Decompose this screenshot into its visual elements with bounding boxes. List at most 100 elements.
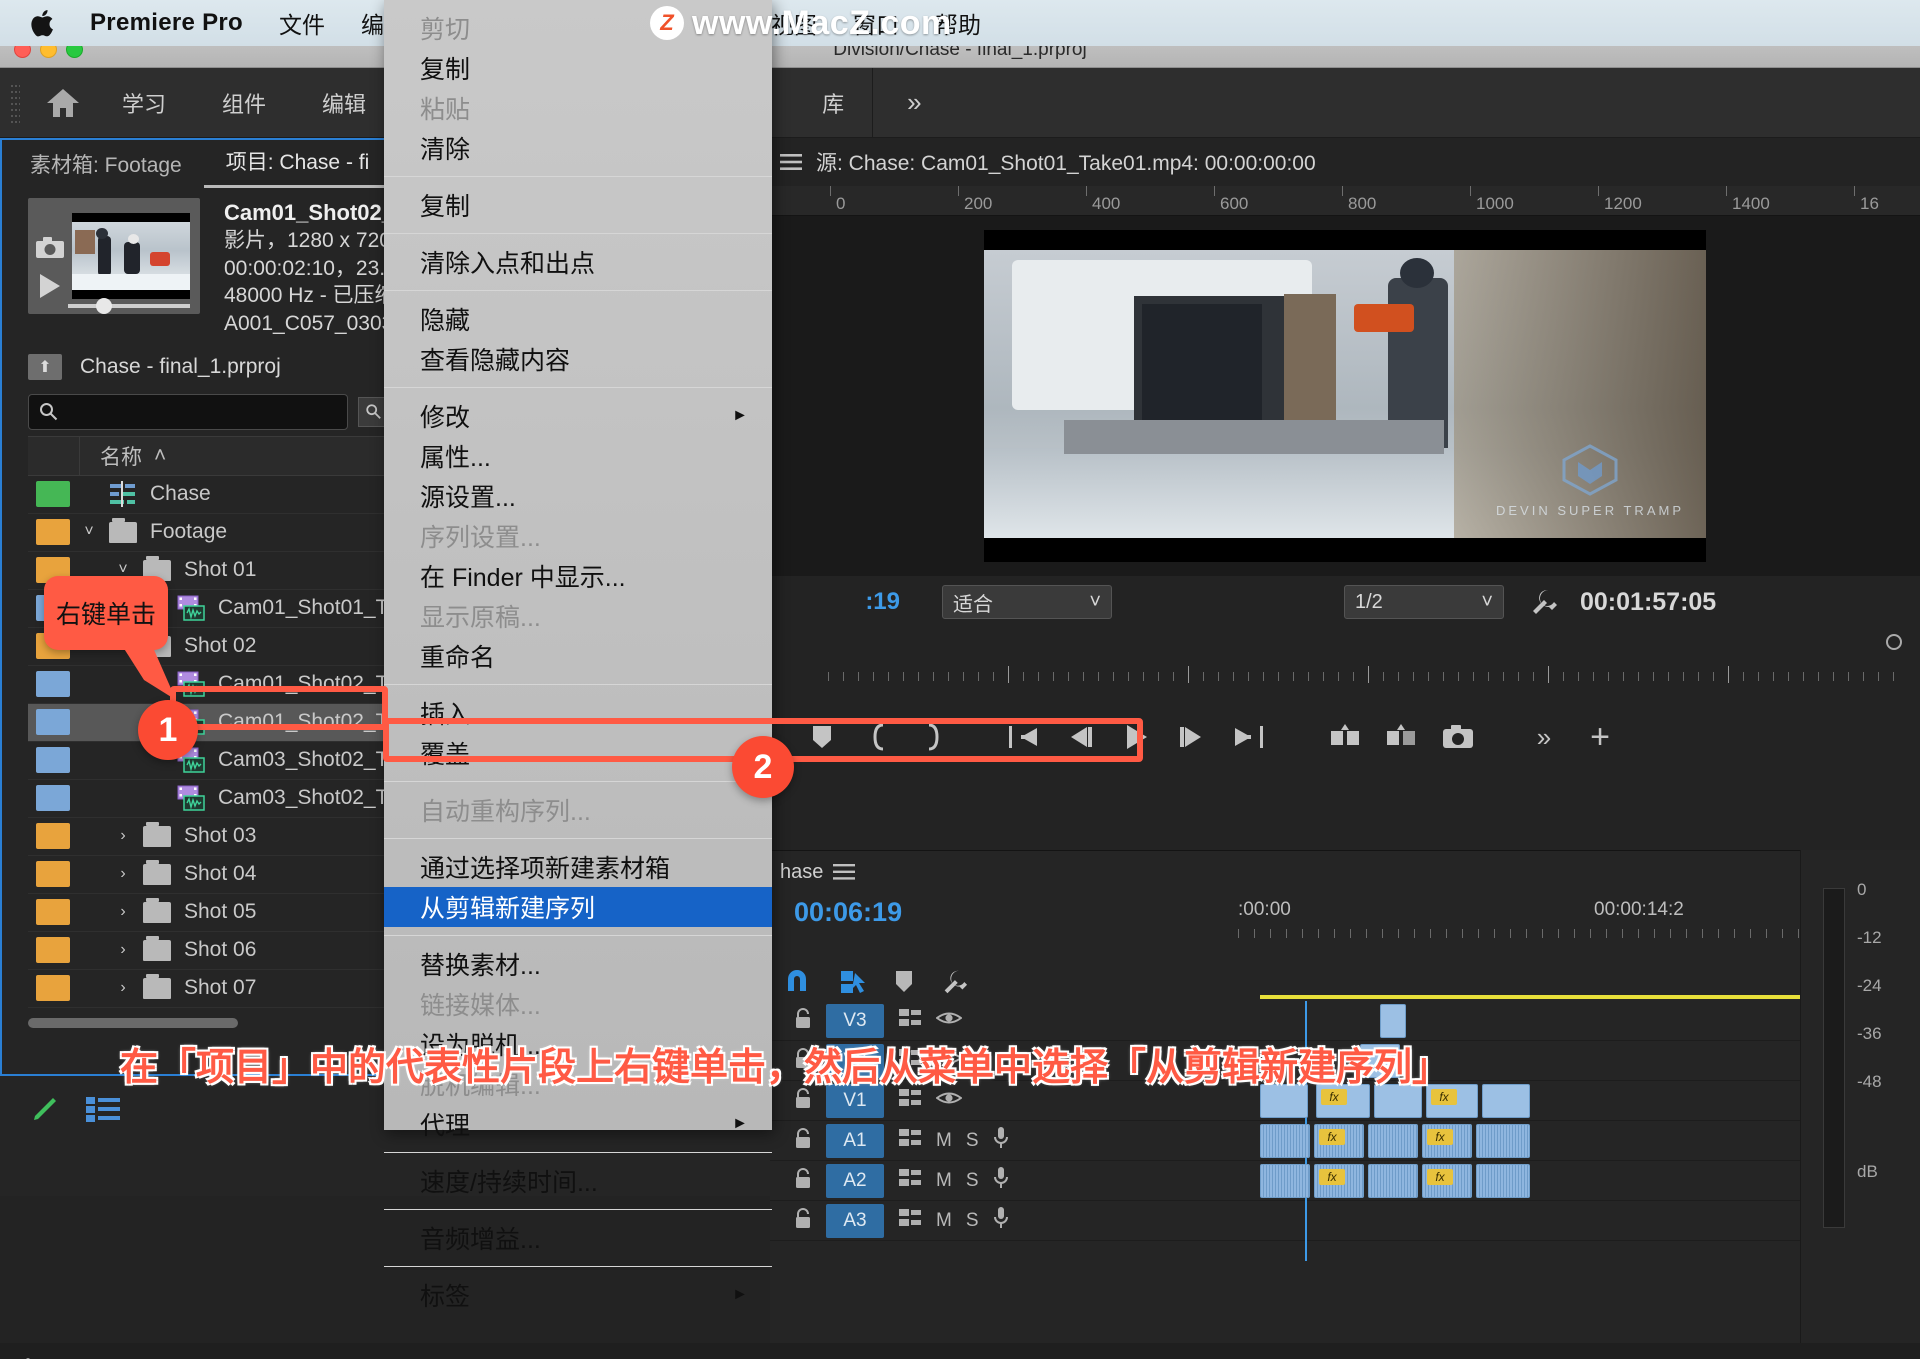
scrub-knob[interactable] (1886, 634, 1902, 650)
linked-selection-icon[interactable] (838, 967, 868, 997)
mute-button[interactable]: M (936, 1170, 952, 1192)
horizontal-scrollbar[interactable] (28, 1018, 238, 1028)
timeline-lane[interactable] (1260, 1001, 1800, 1041)
timeline-track-row[interactable]: V3 (770, 1001, 1920, 1041)
playback-resolution-select[interactable]: 1/2 ˅ (1344, 585, 1504, 619)
workspace-tab-0[interactable]: 学习 (94, 68, 194, 138)
macos-menubar[interactable]: Premiere Pro 文件 编辑 剪辑 序列 标记 图形 视图 窗口 帮助 (0, 0, 1920, 46)
context-menu-item[interactable]: 替换素材... (384, 944, 772, 984)
track-targeting-icon[interactable] (898, 1007, 922, 1034)
panel-menu-icon[interactable] (780, 152, 802, 172)
context-menu-item[interactable]: 查看隐藏内容 (384, 339, 772, 379)
timeline-tabrow[interactable]: hase (770, 851, 1920, 893)
disclosure-triangle-icon[interactable]: ˅ (76, 523, 102, 541)
source-scrub-row[interactable] (770, 628, 1920, 662)
lock-icon[interactable] (794, 1007, 812, 1034)
track-targeting-icon[interactable] (898, 1087, 922, 1114)
context-menu-item[interactable]: 代理► (384, 1104, 772, 1144)
context-menu-item[interactable]: 清除入点和出点 (384, 242, 772, 282)
context-menu-item[interactable]: 通过选择项新建素材箱 (384, 847, 772, 887)
lock-icon[interactable] (794, 1127, 812, 1154)
timeline-lane[interactable]: fxfx (1260, 1121, 1800, 1161)
source-mini-ruler[interactable] (770, 662, 1920, 696)
workspace-tab-1[interactable]: 组件 (194, 68, 294, 138)
context-menu-item[interactable]: 标签► (384, 1275, 772, 1315)
context-menu-item[interactable]: 复制 (384, 48, 772, 88)
timeline-lane[interactable] (1260, 1201, 1800, 1241)
timeline-tools[interactable] (770, 953, 1920, 997)
label-color-swatch[interactable] (36, 709, 70, 735)
source-duration[interactable]: 00:01:57:05 (1580, 588, 1716, 617)
workspace-tab-2[interactable]: 编辑 (294, 68, 394, 138)
lock-icon[interactable] (794, 1207, 812, 1234)
preview-side-icons[interactable] (28, 212, 72, 300)
menubar-item-view[interactable]: 视图 (771, 6, 817, 40)
disclosure-triangle-icon[interactable]: › (110, 903, 136, 921)
context-menu[interactable]: 剪切复制粘贴清除复制清除入点和出点隐藏查看隐藏内容修改►属性...源设置...序… (384, 0, 772, 1130)
label-color-swatch[interactable] (36, 481, 70, 507)
context-menu-item[interactable]: 清除 (384, 128, 772, 168)
pen-icon[interactable] (30, 1094, 60, 1124)
wrench-icon[interactable] (1528, 587, 1558, 617)
track-name-v3[interactable]: V3 (826, 1004, 884, 1038)
marker-icon-timeline[interactable] (894, 970, 914, 994)
preview-thumbnail[interactable] (28, 198, 200, 314)
export-frame-icon[interactable] (1430, 696, 1486, 778)
track-header[interactable]: A1MS (770, 1124, 1040, 1158)
context-menu-item[interactable]: 隐藏 (384, 299, 772, 339)
label-color-swatch[interactable] (36, 899, 70, 925)
source-video-area[interactable]: DEVIN SUPER TRAMP (770, 216, 1920, 576)
timeline-current-time[interactable]: 00:06:19 (780, 893, 1010, 928)
microphone-icon[interactable] (993, 1166, 1009, 1195)
step-forward-icon[interactable] (1164, 696, 1220, 778)
track-name-a1[interactable]: A1 (826, 1124, 884, 1158)
name-column-header[interactable]: 名称 ˄ (80, 441, 166, 471)
mute-button[interactable]: M (936, 1130, 952, 1152)
label-color-swatch[interactable] (36, 785, 70, 811)
context-menu-item[interactable]: 重命名 (384, 636, 772, 676)
label-color-swatch[interactable] (36, 671, 70, 697)
timeline-ruler[interactable]: :00:00 00:00:14:2 (1010, 893, 1920, 953)
go-to-out-icon[interactable] (1220, 696, 1276, 778)
timeline-clip[interactable] (1368, 1164, 1418, 1198)
track-targeting-icon[interactable] (898, 1127, 922, 1154)
context-menu-item[interactable]: 源设置... (384, 476, 772, 516)
track-targeting-icon[interactable] (898, 1167, 922, 1194)
microphone-icon[interactable] (993, 1126, 1009, 1155)
transport-more-button[interactable]: » (1516, 696, 1572, 778)
play-icon[interactable] (37, 272, 63, 300)
sort-asc-icon[interactable]: ˄ (154, 444, 166, 468)
wrench-icon-timeline[interactable] (940, 968, 968, 996)
track-targeting-icon[interactable] (898, 1207, 922, 1234)
timeline-clip[interactable] (1476, 1124, 1530, 1158)
camera-icon[interactable] (35, 236, 65, 260)
timeline-clip[interactable] (1380, 1004, 1406, 1038)
eye-icon[interactable] (936, 1089, 962, 1112)
search-input[interactable] (28, 394, 348, 430)
label-color-swatch[interactable] (36, 975, 70, 1001)
workspace-tab-7[interactable]: 库 (794, 68, 872, 138)
timeline-clip[interactable] (1260, 1164, 1310, 1198)
disclosure-triangle-icon[interactable]: › (110, 865, 136, 883)
hand-icon[interactable] (14, 1352, 44, 1359)
track-name-a3[interactable]: A3 (826, 1204, 884, 1238)
track-header[interactable]: V3 (770, 1004, 1040, 1038)
overwrite-icon[interactable] (1374, 696, 1430, 778)
track-name-a2[interactable]: A2 (826, 1164, 884, 1198)
preview-scrubber-knob[interactable] (96, 298, 112, 314)
label-color-swatch[interactable] (36, 937, 70, 963)
tab-bin-footage[interactable]: 素材箱: Footage (8, 149, 204, 188)
timeline-track-row[interactable]: A1MSfxfx (770, 1121, 1920, 1161)
label-color-swatch[interactable] (36, 519, 70, 545)
timeline-clip[interactable] (1260, 1124, 1310, 1158)
lock-icon[interactable] (794, 1167, 812, 1194)
context-menu-item[interactable]: 从剪辑新建序列 (384, 887, 772, 927)
timeline-clip[interactable]: fx (1314, 1164, 1364, 1198)
microphone-icon[interactable] (993, 1206, 1009, 1235)
timeline-clip[interactable] (1476, 1164, 1530, 1198)
list-view-icon[interactable] (86, 1096, 120, 1122)
eye-icon[interactable] (936, 1009, 962, 1032)
menubar-item-file[interactable]: 文件 (279, 6, 325, 40)
disclosure-triangle-icon[interactable]: › (110, 827, 136, 845)
timeline-clip[interactable]: fx (1422, 1164, 1472, 1198)
